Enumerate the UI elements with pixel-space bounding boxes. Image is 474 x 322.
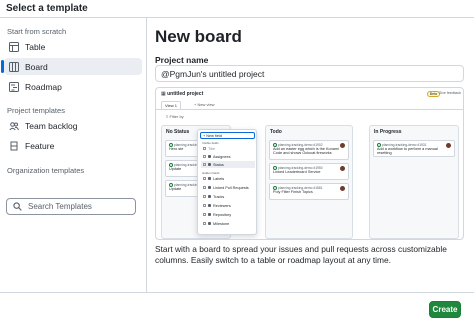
preview-project-title: ▦ untitled project	[161, 91, 204, 97]
menu-item: Title	[201, 145, 255, 152]
repo-icon	[208, 213, 211, 216]
project-templates-label: Project templates	[7, 106, 65, 115]
avatar	[340, 166, 345, 171]
avatar	[340, 143, 345, 148]
preview-card: planning-tracking-demo #1931 Add a workf…	[373, 140, 455, 157]
avatar	[446, 143, 451, 148]
sidebar-item-label: Table	[25, 41, 46, 52]
pull-request-icon	[208, 186, 211, 189]
org-templates-label: Organization templates	[7, 166, 85, 175]
menu-item: Assignees	[201, 153, 255, 160]
search-placeholder: Search Templates	[28, 202, 92, 211]
project-name-label: Project name	[155, 55, 209, 65]
table-icon	[8, 41, 19, 52]
team-icon	[8, 120, 19, 131]
avatar	[340, 186, 345, 191]
preview-fields-menu: + New field Visible fields Title Assigne…	[197, 129, 257, 235]
table-icon: ▦	[161, 91, 166, 97]
sidebar-item-team-backlog[interactable]: Team backlog	[4, 117, 142, 134]
menu-item: Milestone	[201, 220, 255, 227]
scratch-section-label: Start from scratch	[7, 27, 67, 36]
template-main: New board Project name ▦ untitled projec…	[148, 18, 474, 292]
menu-item: Status	[201, 161, 255, 168]
board-icon	[8, 61, 19, 72]
page-title: New board	[155, 27, 242, 46]
new-field-input: + New field	[200, 132, 255, 139]
menu-item: Reviewers	[201, 202, 255, 209]
menu-item: Repository	[201, 211, 255, 218]
sidebar-item-board[interactable]: Board	[1, 58, 142, 75]
preview-card: planning-tracking-demo #1950 Linked Lead…	[269, 163, 349, 180]
sidebar-item-label: Roadmap	[25, 81, 62, 92]
sidebar-item-roadmap[interactable]: Roadmap	[4, 78, 142, 95]
sidebar-item-label: Board	[25, 61, 48, 72]
status-icon	[208, 163, 211, 166]
preview-filter-bar: ≡ Filter by	[166, 114, 184, 119]
sidebar-item-feature[interactable]: Feature	[4, 137, 142, 154]
dialog-footer: Create	[0, 292, 474, 322]
menu-item: Labels	[201, 175, 255, 182]
sidebar-item-label: Team backlog	[25, 120, 78, 131]
sidebar-item-table[interactable]: Table	[4, 38, 142, 55]
search-icon	[13, 202, 22, 211]
preview-tabs: View 1 + New view Beta Give feedback	[156, 91, 463, 110]
menu-item: Linked Pull Requests	[201, 184, 255, 191]
people-icon	[208, 204, 211, 207]
sidebar-item-label: Feature	[25, 140, 55, 151]
search-templates-input[interactable]: Search Templates	[6, 198, 136, 215]
template-sidebar: Start from scratch Table Board Roadmap P…	[0, 18, 147, 292]
dialog-title: Select a template	[0, 0, 474, 18]
board-preview-image: ▦ untitled project View 1 + New view Bet…	[155, 87, 464, 240]
tag-icon	[208, 177, 211, 180]
preview-tab-view1: View 1	[161, 101, 181, 109]
select-template-dialog: Select a template Start from scratch Tab…	[0, 0, 474, 322]
project-name-input[interactable]	[155, 65, 464, 82]
preview-column-in-progress: In Progress planning-tracking-demo #1931…	[369, 125, 459, 239]
tracks-icon	[208, 195, 211, 198]
preview-tab-new-view: + New view	[191, 101, 218, 109]
preview-card: planning-tracking-demo #1881 Poly Filter…	[269, 183, 349, 200]
column-title: In Progress	[374, 129, 402, 135]
feature-icon	[8, 140, 19, 151]
create-button[interactable]: Create	[429, 301, 461, 318]
column-title: Todo	[270, 129, 282, 135]
milestone-icon	[208, 222, 211, 225]
preview-card: planning-tracking-demo #1902 Add an east…	[269, 140, 349, 160]
template-description: Start with a board to spread your issues…	[155, 244, 447, 265]
people-icon	[208, 155, 211, 158]
roadmap-icon	[8, 81, 19, 92]
preview-column-todo: Todo planning-tracking-demo #1902 Add an…	[265, 125, 353, 239]
menu-item: Tracks	[201, 193, 255, 200]
preview-feedback-link: Give feedback	[438, 91, 461, 95]
